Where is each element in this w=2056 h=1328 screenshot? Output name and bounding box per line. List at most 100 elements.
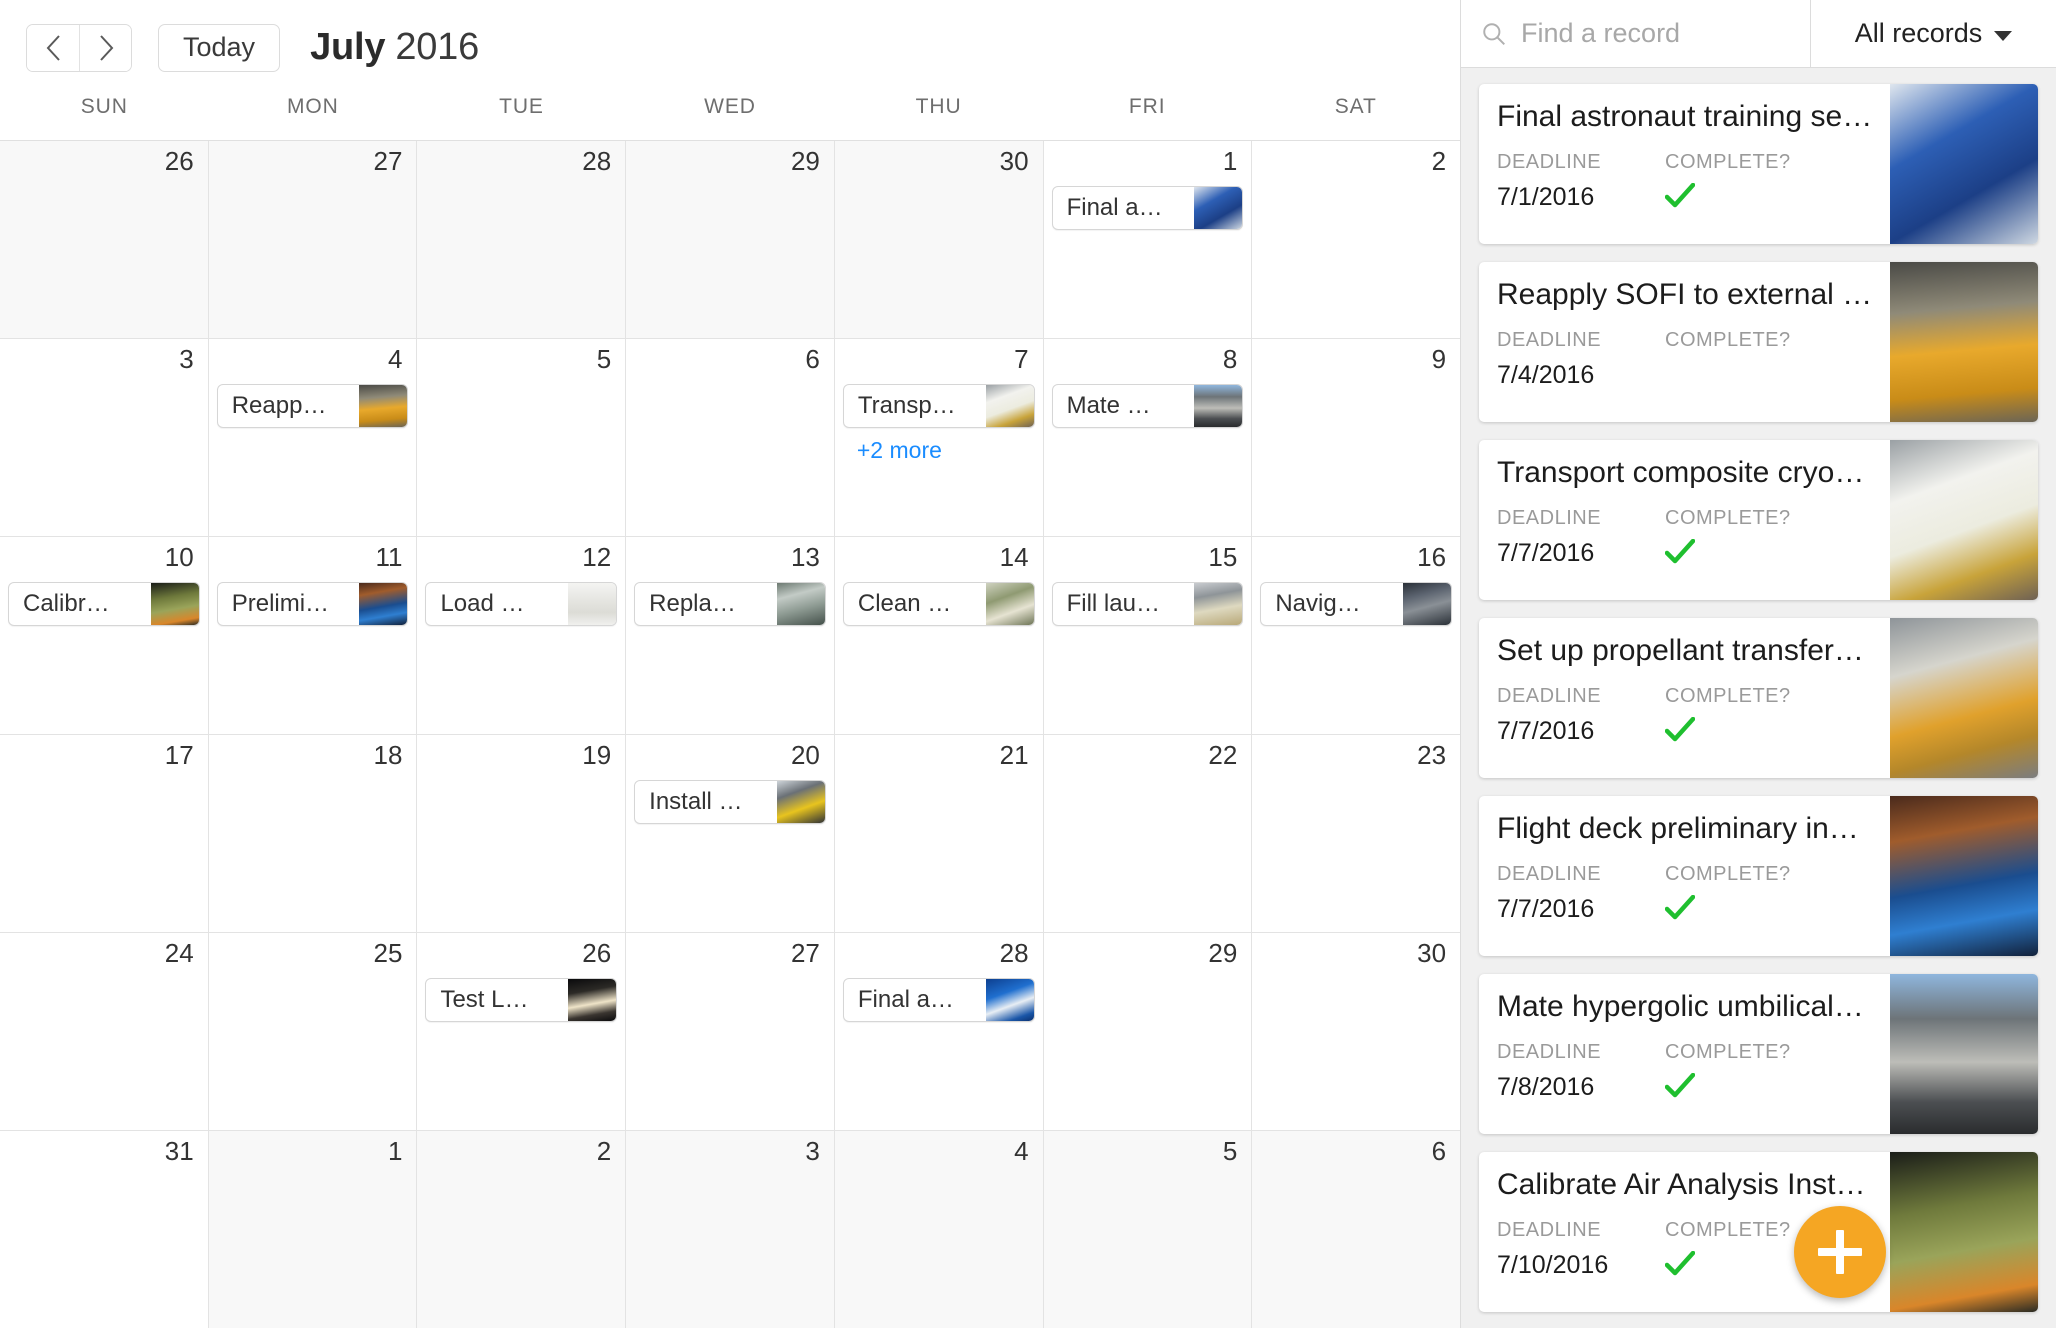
records-filter-dropdown[interactable]: All records [1811, 0, 2056, 67]
calendar-day-cell[interactable]: 11 Prelimi… [208, 537, 418, 734]
calendar-event[interactable]: Reapp… [216, 383, 409, 428]
calendar-event[interactable]: Final a… [1051, 185, 1244, 230]
record-card[interactable]: Flight deck preliminary in… DEADLINE 7/7/2… [1479, 796, 2038, 956]
calendar-day-cell[interactable]: 6 [1252, 1131, 1461, 1328]
day-number: 28 [999, 938, 1029, 968]
calendar-day-cell[interactable]: 30 [1252, 933, 1461, 1130]
calendar-day-cell[interactable]: 3 [626, 1131, 835, 1328]
calendar-event[interactable]: Clean … [842, 581, 1035, 626]
record-complete-value[interactable] [1665, 1072, 1791, 1099]
calendar-day-cell[interactable]: 2 [417, 1131, 627, 1328]
record-complete-value[interactable] [1665, 182, 1791, 209]
record-card[interactable]: Mate hypergolic umbilical… DEADLINE 7/8/20… [1479, 974, 2038, 1134]
calendar-event[interactable]: Prelimi… [216, 581, 409, 626]
calendar-day-cell[interactable]: 2 [1252, 141, 1461, 338]
calendar-day-cell[interactable]: 7 Transp… +2 more [834, 339, 1044, 536]
day-number: 12 [582, 542, 612, 572]
calendar-day-cell[interactable]: 13 Repla… [626, 537, 835, 734]
calendar-day-cell[interactable]: 25 [208, 933, 418, 1130]
calendar-event[interactable]: Fill lau… [1051, 581, 1244, 626]
calendar-event[interactable]: Load … [425, 581, 618, 626]
calendar-day-cell[interactable]: 1 Final a… [1043, 141, 1253, 338]
calendar-day-cell[interactable]: 18 [208, 735, 418, 932]
calendar-day-cell[interactable]: 3 [0, 339, 209, 536]
calendar-day-cell[interactable]: 24 [0, 933, 209, 1130]
calendar-event[interactable]: Repla… [634, 581, 826, 626]
record-card[interactable]: Transport composite cryo… DEADLINE 7/7/201… [1479, 440, 2038, 600]
calendar-day-cell[interactable]: 10 Calibr… [0, 537, 209, 734]
day-number: 30 [1417, 938, 1447, 968]
month-nav-group [26, 23, 132, 72]
day-events: Prelimi… [209, 581, 417, 626]
day-of-week-header: SUN MON TUE WED THU FRI SAT [0, 95, 1460, 141]
calendar-event[interactable]: Mate … [1051, 383, 1244, 428]
calendar-day-cell[interactable]: 5 [417, 339, 627, 536]
record-deadline-value: 7/10/2016 [1497, 1250, 1609, 1279]
calendar-day-cell[interactable]: 8 Mate … [1043, 339, 1253, 536]
records-list[interactable]: Final astronaut training se… DEADLINE 7/1/… [1461, 68, 2056, 1328]
calendar-day-cell[interactable]: 28 Final a… [834, 933, 1044, 1130]
day-number: 29 [790, 146, 820, 176]
calendar-day-cell[interactable]: 12 Load … [417, 537, 627, 734]
calendar-day-cell[interactable]: 20 Install … [626, 735, 835, 932]
calendar-day-cell[interactable]: 27 [626, 933, 835, 1130]
record-deadline-label: DEADLINE [1497, 150, 1602, 173]
calendar-day-cell[interactable]: 5 [1043, 1131, 1253, 1328]
calendar-day-cell[interactable]: 29 [1043, 933, 1253, 1130]
record-card[interactable]: Final astronaut training se… DEADLINE 7/1/… [1479, 84, 2038, 244]
calendar-event[interactable]: Navig… [1260, 581, 1453, 626]
calendar-day-cell[interactable]: 6 [626, 339, 835, 536]
next-month-button[interactable] [79, 24, 131, 71]
record-card[interactable]: Reapply SOFI to external … DEADLINE 7/4/20… [1479, 262, 2038, 422]
day-events: Fill lau… [1044, 581, 1252, 626]
record-deadline-value: 7/7/2016 [1497, 894, 1595, 923]
calendar-day-cell[interactable]: 22 [1043, 735, 1253, 932]
calendar-day-cell[interactable]: 26 Test L… [417, 933, 627, 1130]
calendar-day-cell[interactable]: 23 [1252, 735, 1461, 932]
calendar-day-cell[interactable]: 9 [1252, 339, 1461, 536]
record-complete-value[interactable] [1665, 716, 1791, 743]
calendar-day-cell[interactable]: 15 Fill lau… [1043, 537, 1253, 734]
calendar-event[interactable]: Calibr… [8, 581, 200, 626]
record-card[interactable]: Calibrate Air Analysis Inst… DEADLINE 7/10… [1479, 1152, 2038, 1312]
calendar-day-cell[interactable]: 31 [0, 1131, 209, 1328]
calendar-day-cell[interactable]: 1 [208, 1131, 418, 1328]
record-complete-value[interactable] [1665, 538, 1791, 565]
record-complete-value[interactable] [1665, 1250, 1791, 1277]
calendar-day-cell[interactable]: 14 Clean … [834, 537, 1044, 734]
day-number: 31 [164, 1136, 194, 1166]
calendar-event-label: Navig… [1275, 589, 1361, 617]
calendar-day-cell[interactable]: 4 [834, 1131, 1044, 1328]
calendar-event[interactable]: Test L… [425, 977, 618, 1022]
record-complete-value[interactable] [1665, 894, 1791, 921]
calendar-day-cell[interactable]: 30 [834, 141, 1044, 338]
record-card[interactable]: Set up propellant transfer… DEADLINE 7/7/2… [1479, 618, 2038, 778]
chevron-down-icon [1994, 30, 2013, 41]
record-complete-label: COMPLETE? [1665, 862, 1791, 885]
calendar-day-cell[interactable]: 16 Navig… [1252, 537, 1461, 734]
add-record-button[interactable] [1794, 1206, 1886, 1298]
calendar-event[interactable]: Transp… [842, 383, 1035, 428]
day-events: Final a… [1044, 185, 1252, 230]
day-number: 22 [1208, 740, 1238, 770]
day-of-week-tue: TUE [499, 95, 544, 118]
calendar-event[interactable]: Install … [634, 779, 826, 824]
calendar-day-cell[interactable]: 4 Reapp… [208, 339, 418, 536]
previous-month-button[interactable] [27, 24, 79, 71]
day-number: 25 [373, 938, 403, 968]
calendar-day-cell[interactable]: 19 [417, 735, 627, 932]
today-button[interactable]: Today [158, 23, 281, 72]
calendar-event-thumbnail [359, 582, 408, 625]
calendar-day-cell[interactable]: 27 [208, 141, 418, 338]
search-input[interactable] [1521, 18, 1810, 49]
record-thumbnail [1890, 974, 2038, 1134]
calendar-day-cell[interactable]: 29 [626, 141, 835, 338]
calendar-event[interactable]: Final a… [842, 977, 1035, 1022]
calendar-day-cell[interactable]: 28 [417, 141, 627, 338]
calendar-day-cell[interactable]: 21 [834, 735, 1044, 932]
more-events-link[interactable]: +2 more [843, 435, 1035, 464]
calendar-day-cell[interactable]: 26 [0, 141, 209, 338]
search-box[interactable] [1461, 0, 1811, 67]
record-deadline-field: DEADLINE 7/10/2016 [1497, 1219, 1665, 1280]
calendar-day-cell[interactable]: 17 [0, 735, 209, 932]
